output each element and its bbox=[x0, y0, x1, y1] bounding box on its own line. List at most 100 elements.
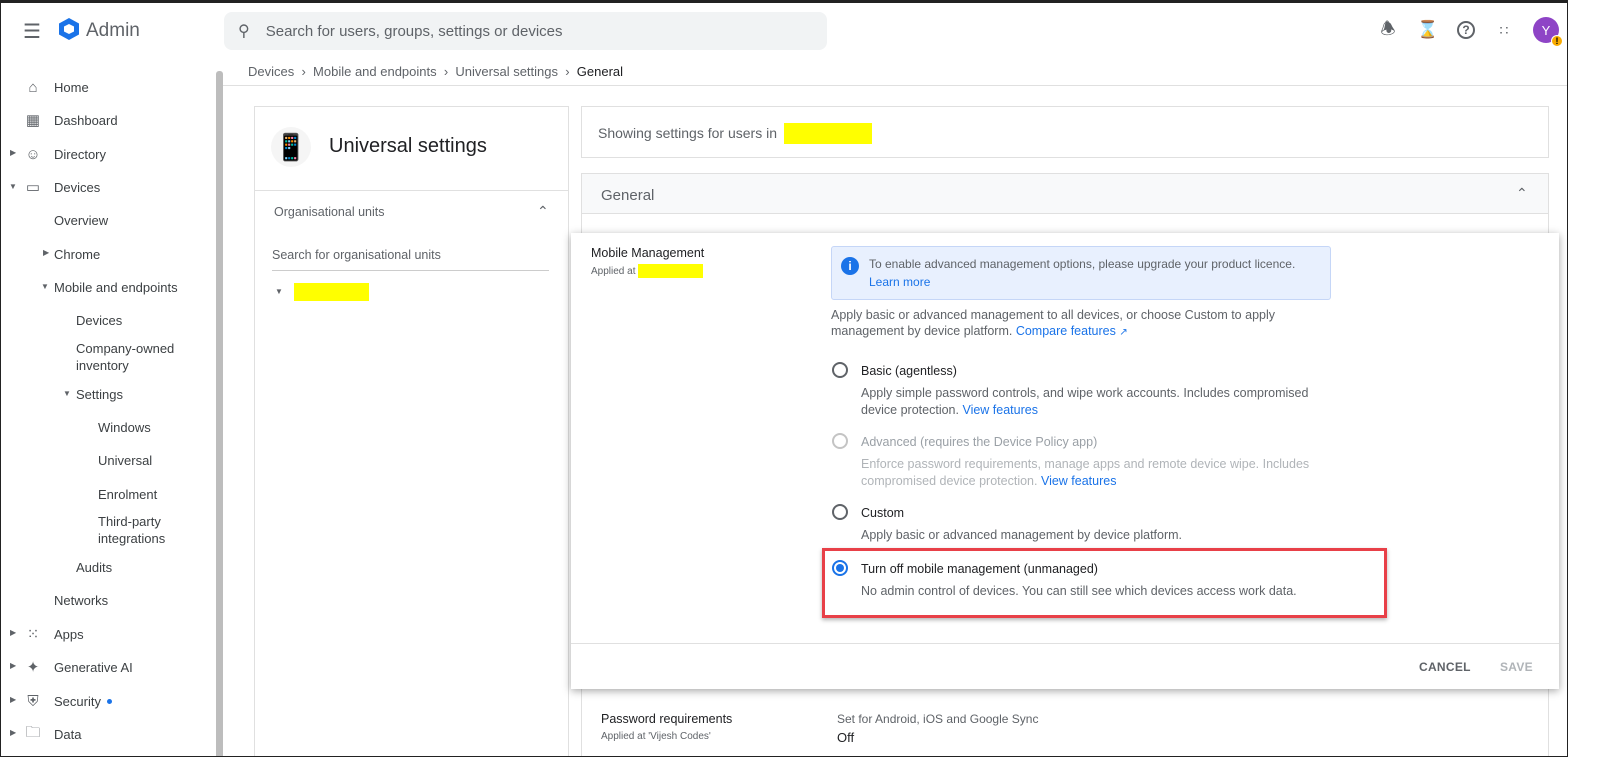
hourglass-tasks-icon[interactable]: ⌛ bbox=[1417, 19, 1439, 41]
label: Universal bbox=[98, 452, 153, 468]
chevron-up-icon[interactable]: ⌃ bbox=[1516, 185, 1528, 202]
sidebar-item-mobile-endpoints[interactable]: Mobile and endpoints bbox=[54, 277, 178, 297]
label: Windows bbox=[98, 419, 151, 435]
collapse-caret-icon[interactable]: ▼ bbox=[9, 182, 17, 191]
sidebar-item-enrolment[interactable]: Enrolment bbox=[98, 484, 157, 504]
applied-at-label: Applied at bbox=[591, 266, 636, 277]
ou-search-input[interactable]: Search for organisational units bbox=[272, 248, 549, 271]
help-icon[interactable]: ? bbox=[1457, 21, 1475, 39]
collapse-caret-icon[interactable]: ▼ bbox=[275, 287, 283, 296]
expand-caret-icon[interactable]: ▶ bbox=[43, 248, 49, 257]
radio-basic[interactable] bbox=[832, 362, 848, 378]
divider bbox=[223, 85, 1567, 86]
compare-features-link[interactable]: Compare features bbox=[1016, 324, 1116, 338]
org-units-panel: 📱 Universal settings Organisational unit… bbox=[254, 106, 569, 756]
sidebar-item-company-owned-inventory[interactable]: Company-owned inventory bbox=[76, 340, 186, 374]
folder-icon: 🗀 bbox=[25, 723, 41, 741]
redacted-ou bbox=[784, 123, 872, 144]
label: Company-owned inventory bbox=[76, 341, 175, 373]
option-label: Basic (agentless) bbox=[861, 364, 957, 378]
info-banner: i To enable advanced management options,… bbox=[831, 246, 1331, 300]
sidebar-item-directory[interactable]: ☺ Directory bbox=[25, 144, 107, 164]
sidebar-item-third-party-integrations[interactable]: Third-party integrations bbox=[98, 513, 198, 547]
label: Dashboard bbox=[54, 112, 118, 128]
devices-icon: ▭ bbox=[25, 179, 41, 196]
radio-turn-off[interactable] bbox=[832, 560, 848, 576]
sidebar-item-data[interactable]: 🗀 Data bbox=[25, 724, 82, 744]
label: Data bbox=[54, 726, 82, 742]
app-name[interactable]: Admin bbox=[86, 20, 140, 42]
label: Audits bbox=[76, 559, 113, 575]
sidebar-item-settings[interactable]: Settings bbox=[76, 384, 123, 404]
option-desc: Apply basic or advanced management by de… bbox=[861, 528, 1183, 542]
divider bbox=[255, 190, 568, 191]
sparkle-icon: ✦ bbox=[26, 659, 40, 676]
option-label: Turn off mobile management (unmanaged) bbox=[861, 562, 1098, 576]
search-input[interactable]: ⚲ Search for users, groups, settings or … bbox=[224, 12, 827, 50]
info-text: To enable advanced management options, p… bbox=[869, 257, 1296, 271]
sidebar-item-security[interactable]: ⛨ Security bbox=[27, 691, 112, 711]
person-icon: ☺ bbox=[25, 145, 41, 163]
sidebar-scrollbar[interactable] bbox=[216, 71, 223, 756]
label: Apps bbox=[54, 626, 84, 642]
sidebar-item-universal[interactable]: Universal bbox=[98, 450, 152, 470]
sidebar-item-overview[interactable]: Overview bbox=[54, 210, 108, 230]
password-applied-at: Applied at 'Vijesh Codes' bbox=[601, 731, 711, 742]
breadcrumb-mobile-endpoints[interactable]: Mobile and endpoints bbox=[313, 64, 437, 79]
sidebar-item-audits[interactable]: Audits bbox=[76, 557, 112, 577]
expand-caret-icon[interactable]: ▶ bbox=[10, 661, 16, 670]
label: Mobile and endpoints bbox=[54, 279, 178, 295]
home-icon: ⌂ bbox=[28, 78, 38, 96]
sidebar-item-apps[interactable]: ⁙ Apps bbox=[27, 624, 84, 644]
expand-caret-icon[interactable]: ▶ bbox=[10, 148, 16, 157]
label: Overview bbox=[54, 212, 109, 228]
save-button[interactable]: SAVE bbox=[1500, 660, 1533, 674]
sidebar-item-generative-ai[interactable]: ✦ Generative AI bbox=[27, 657, 133, 677]
expand-caret-icon[interactable]: ▶ bbox=[10, 728, 16, 737]
sidebar-item-devices[interactable]: ▭ Devices bbox=[26, 177, 100, 197]
radio-advanced[interactable] bbox=[832, 433, 848, 449]
collapse-caret-icon[interactable]: ▼ bbox=[41, 282, 49, 291]
radio-custom[interactable] bbox=[832, 504, 848, 520]
redacted-ou-name[interactable] bbox=[294, 283, 369, 301]
sidebar-item-dashboard[interactable]: ▦ Dashboard bbox=[26, 110, 118, 130]
cancel-button[interactable]: CANCEL bbox=[1419, 660, 1471, 674]
sidebar-item-networks[interactable]: Networks bbox=[54, 590, 108, 610]
external-link-icon: ↗ bbox=[1119, 327, 1128, 338]
new-indicator-dot bbox=[106, 698, 112, 704]
view-features-link[interactable]: View features bbox=[962, 403, 1038, 417]
notifications-bell-icon[interactable]: 🕭 bbox=[1377, 19, 1399, 41]
ou-label: Organisational units bbox=[274, 205, 385, 219]
breadcrumb-general: General bbox=[576, 64, 624, 79]
learn-more-link[interactable]: Learn more bbox=[869, 275, 930, 289]
avatar[interactable]: Y! bbox=[1533, 17, 1563, 47]
devices-icon: 📱 bbox=[271, 127, 311, 167]
breadcrumb-universal-settings[interactable]: Universal settings bbox=[455, 64, 558, 79]
warning-badge-icon: ! bbox=[1551, 35, 1563, 47]
sidebar-item-devices-sub[interactable]: Devices bbox=[76, 310, 122, 330]
option-desc: Apply simple password controls, and wipe… bbox=[861, 386, 1309, 417]
showing-settings-text: Showing settings for users in bbox=[598, 125, 777, 141]
option-label: Advanced (requires the Device Policy app… bbox=[861, 435, 1098, 449]
shield-icon: ⛨ bbox=[27, 692, 39, 710]
expand-caret-icon[interactable]: ▶ bbox=[10, 695, 16, 704]
admin-logo-icon bbox=[58, 17, 80, 41]
sidebar-item-windows[interactable]: Windows bbox=[98, 417, 151, 437]
collapse-caret-icon[interactable]: ▼ bbox=[63, 389, 71, 398]
label: Enrolment bbox=[98, 486, 158, 502]
expand-caret-icon[interactable]: ▶ bbox=[10, 628, 16, 637]
chevron-up-icon[interactable]: ⌃ bbox=[537, 203, 549, 220]
mobile-management-dialog: Mobile Management Applied at i To enable… bbox=[571, 233, 1559, 689]
breadcrumb-devices[interactable]: Devices bbox=[248, 64, 294, 79]
sidebar-item-chrome[interactable]: Chrome bbox=[54, 244, 100, 264]
menu-icon[interactable]: ☰ bbox=[23, 19, 41, 44]
view-features-link[interactable]: View features bbox=[1041, 474, 1117, 488]
sidebar-item-home[interactable]: ⌂ Home bbox=[28, 77, 88, 97]
label: Directory bbox=[54, 146, 107, 162]
dashboard-icon: ▦ bbox=[25, 112, 41, 129]
label: Chrome bbox=[54, 246, 101, 262]
label: Third-party integrations bbox=[98, 514, 166, 546]
apps-grid-icon[interactable]: ∷ bbox=[1493, 19, 1515, 41]
label: Settings bbox=[76, 386, 123, 402]
section-title: General bbox=[601, 187, 655, 204]
